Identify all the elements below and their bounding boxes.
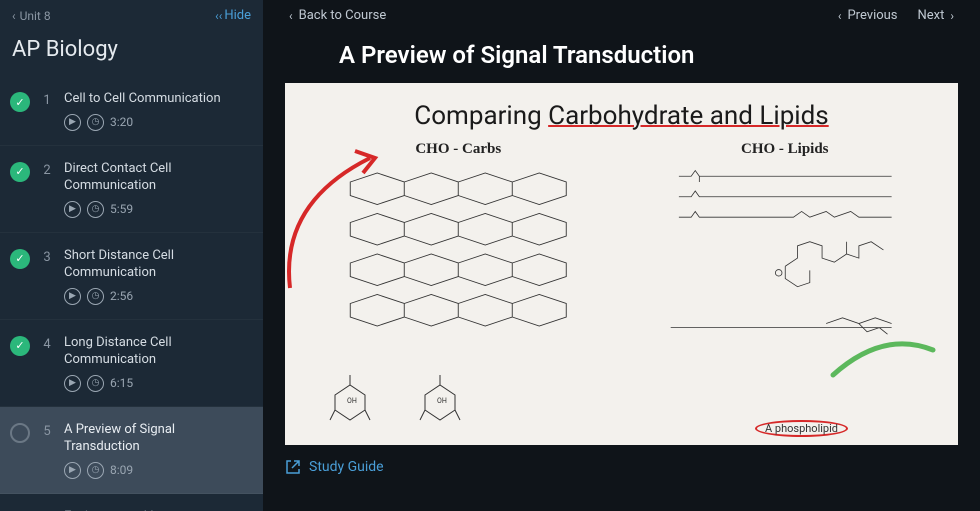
lesson-title: A Preview of Signal Transduction [64, 421, 251, 456]
lesson-title: Long Distance Cell Communication [64, 334, 251, 369]
lesson-duration: 8:09 [110, 463, 133, 477]
lesson-duration: 5:59 [110, 202, 133, 216]
lesson-item[interactable]: ✓ 2 Direct Contact Cell Communication ▶ ◷ 5:5… [0, 146, 263, 233]
play-icon: ▶ [64, 462, 81, 479]
sidebar: ‹Unit 8 ‹‹Hide AP Biology ✓ 1 Cell to Cell… [0, 0, 263, 511]
lipid-structure-icon [642, 164, 929, 344]
page-title: A Preview of Signal Transduction [263, 27, 980, 83]
chevron-left-icon: ‹ [12, 9, 16, 23]
lesson-duration: 3:20 [110, 115, 133, 129]
lesson-meta: ▶ ◷ 2:56 [64, 288, 251, 305]
play-icon: ▶ [64, 114, 81, 131]
lesson-title: Cell to Cell Communication [64, 90, 251, 108]
lesson-list: ✓ 1 Cell to Cell Communication ▶ ◷ 3:20 ✓ 2 Dire… [0, 76, 263, 511]
lesson-number: 2 [40, 163, 54, 178]
main-content: ‹Back to Course ‹Previous Next› A Previe… [263, 0, 980, 511]
lesson-item[interactable]: ✓ 1 Cell to Cell Communication ▶ ◷ 3:20 [0, 76, 263, 146]
slide-title: Comparing Carbohydrate and Lipids [285, 83, 958, 131]
lesson-number: 3 [40, 250, 54, 265]
external-link-icon [285, 459, 301, 475]
chevron-left-icon: ‹ [289, 9, 293, 23]
clock-icon: ◷ [87, 201, 104, 218]
topbar: ‹Back to Course ‹Previous Next› [263, 0, 980, 27]
lesson-item[interactable]: 🔒6Environmental Impacts on Signal Transd… [0, 494, 263, 511]
next-button[interactable]: Next› [918, 8, 954, 23]
clock-icon: ◷ [87, 375, 104, 392]
lesson-duration: 6:15 [110, 376, 133, 390]
breadcrumb[interactable]: ‹Unit 8 [12, 9, 51, 23]
play-icon: ▶ [64, 288, 81, 305]
double-chevron-left-icon: ‹‹ [215, 9, 222, 23]
left-column-label: CHO - Carbs [315, 141, 602, 158]
check-icon: ✓ [10, 92, 30, 112]
lesson-item[interactable]: ✓ 4 Long Distance Cell Communication ▶ ◷ 6:15 [0, 320, 263, 407]
monosaccharide-structure-icon: OH OH [325, 365, 525, 435]
hide-sidebar-button[interactable]: ‹‹Hide [215, 8, 251, 23]
phospholipid-label: A phospholipid [755, 422, 848, 435]
lesson-meta: ▶ ◷ 3:20 [64, 114, 251, 131]
carbohydrate-structure-icon [315, 164, 602, 344]
lesson-number: 5 [40, 424, 54, 439]
lesson-title: Short Distance Cell Communication [64, 247, 251, 282]
check-icon: ✓ [10, 336, 30, 356]
current-indicator-icon [10, 423, 30, 443]
clock-icon: ◷ [87, 288, 104, 305]
svg-text:OH: OH [347, 397, 357, 405]
right-column-label: CHO - Lipids [642, 141, 929, 158]
lesson-meta: ▶ ◷ 5:59 [64, 201, 251, 218]
lesson-meta: ▶ ◷ 6:15 [64, 375, 251, 392]
play-icon: ▶ [64, 201, 81, 218]
lesson-number: 4 [40, 337, 54, 352]
clock-icon: ◷ [87, 114, 104, 131]
course-title: AP Biology [0, 31, 263, 76]
check-icon: ✓ [10, 249, 30, 269]
chevron-right-icon: › [950, 9, 954, 23]
lesson-duration: 2:56 [110, 289, 133, 303]
back-to-course-button[interactable]: ‹Back to Course [289, 8, 386, 23]
chevron-left-icon: ‹ [838, 9, 842, 23]
clock-icon: ◷ [87, 462, 104, 479]
play-icon: ▶ [64, 375, 81, 392]
previous-button[interactable]: ‹Previous [838, 8, 898, 23]
video-slide[interactable]: Comparing Carbohydrate and Lipids CHO - … [285, 83, 958, 445]
green-arrow-annotation [828, 325, 938, 385]
lesson-title: Direct Contact Cell Communication [64, 160, 251, 195]
svg-text:OH: OH [437, 397, 447, 405]
check-icon: ✓ [10, 162, 30, 182]
lesson-item[interactable]: ✓ 3 Short Distance Cell Communication ▶ ◷ 2:5… [0, 233, 263, 320]
study-guide-link[interactable]: Study Guide [263, 445, 980, 489]
lesson-item[interactable]: 5 A Preview of Signal Transduction ▶ ◷ 8:09 [0, 407, 263, 494]
lesson-meta: ▶ ◷ 8:09 [64, 462, 251, 479]
lesson-number: 1 [40, 93, 54, 108]
